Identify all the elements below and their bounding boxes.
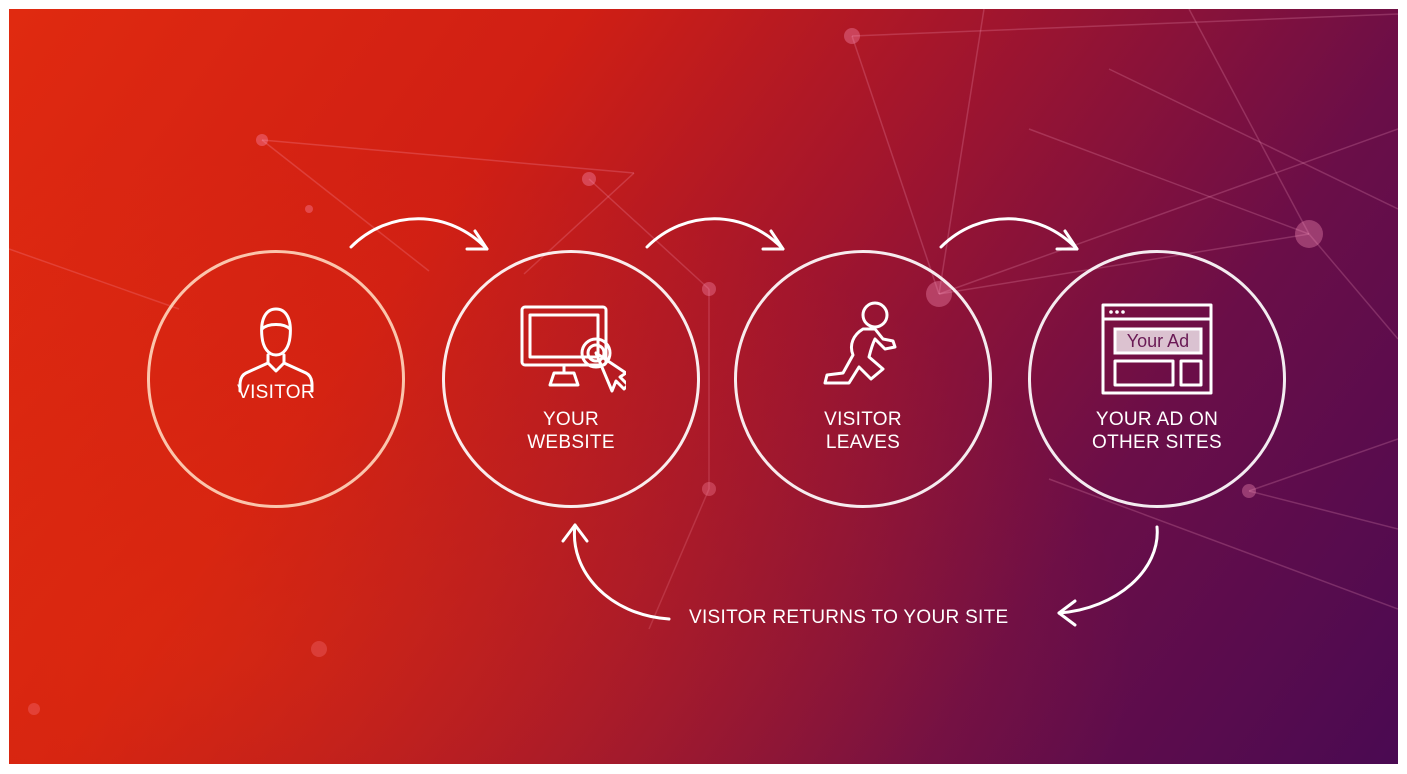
flow-arrows <box>349 217 1159 627</box>
arrow-2-to-3 <box>645 217 785 251</box>
arrow-3-to-4 <box>939 217 1079 251</box>
diagram-canvas: VISITOR YOUR WEBSITE VISITOR LEAVES Your… <box>9 9 1398 764</box>
arrow-1-to-2 <box>349 217 489 251</box>
return-caption: VISITOR RETURNS TO YOUR SITE <box>689 607 1009 628</box>
return-arrow-left <box>572 523 671 621</box>
